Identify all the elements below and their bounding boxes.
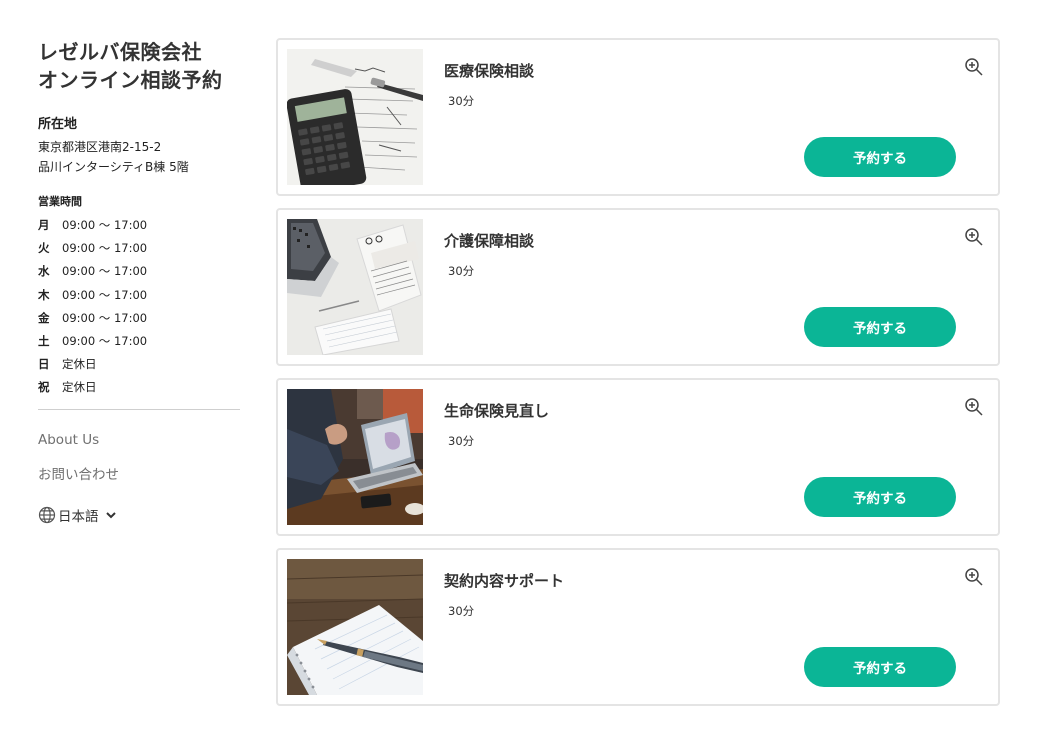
hours-day: 木	[38, 287, 50, 302]
hours-day: 祝	[38, 380, 50, 395]
book-button[interactable]: 予約する	[804, 647, 956, 687]
service-duration: 30分	[448, 604, 475, 618]
hours-row: 土 09:00 〜 17:00	[38, 330, 240, 353]
page-title: レゼルバ保険会社 オンライン相談予約	[38, 38, 240, 94]
address: 東京都港区港南2-15-2 品川インターシティB棟 5階	[38, 137, 240, 177]
hours-day: 日	[38, 357, 50, 372]
book-button[interactable]: 予約する	[804, 307, 956, 347]
service-title: 医療保険相談	[444, 62, 535, 80]
hours-row: 水 09:00 〜 17:00	[38, 260, 240, 283]
chevron-down-icon	[105, 509, 117, 521]
hours-time: 09:00 〜 17:00	[62, 218, 148, 232]
notebook-pen-photo	[287, 559, 423, 695]
hours-day: 水	[38, 264, 50, 279]
service-title: 介護保障相談	[444, 232, 535, 250]
hours-time: 09:00 〜 17:00	[62, 333, 148, 348]
hours-row: 金 09:00 〜 17:00	[38, 307, 240, 330]
service-title: 契約内容サポート	[444, 572, 565, 590]
globe-icon	[38, 506, 56, 524]
hours-day: 土	[38, 333, 50, 348]
zoom-in-icon[interactable]	[964, 397, 984, 417]
service-card: 生命保険見直し 30分 予約する	[276, 378, 1000, 536]
service-card: 介護保障相談 30分 予約する	[276, 208, 1000, 366]
hours-time: 09:00 〜 17:00	[62, 310, 148, 325]
hours-time: 09:00 〜 17:00	[62, 241, 148, 256]
service-duration: 30分	[448, 94, 475, 108]
hours-row: 祝定休日	[38, 376, 240, 399]
hours-day: 月	[38, 218, 50, 232]
sidebar-divider	[38, 408, 240, 410]
hours-time: 09:00 〜 17:00	[62, 287, 148, 302]
address-line-1: 東京都港区港南2-15-2	[38, 140, 162, 154]
hours-row: 日定休日	[38, 353, 240, 376]
title-line-2: オンライン相談予約	[38, 68, 223, 92]
contact-link[interactable]: お問い合わせ	[38, 463, 240, 483]
book-button[interactable]: 予約する	[804, 137, 956, 177]
sidebar: レゼルバ保険会社 オンライン相談予約 所在地 東京都港区港南2-15-2 品川イ…	[38, 38, 240, 525]
service-card: 契約内容サポート 30分 予約する	[276, 548, 1000, 706]
hours-label: 営業時間	[38, 195, 82, 208]
zoom-in-icon[interactable]	[964, 567, 984, 587]
service-duration: 30分	[448, 264, 475, 278]
service-title: 生命保険見直し	[444, 402, 550, 420]
hours-row: 月 09:00 〜 17:00	[38, 214, 240, 237]
address-label: 所在地	[38, 117, 78, 132]
title-line-1: レゼルバ保険会社	[38, 40, 202, 64]
hours-time: 定休日	[62, 357, 97, 372]
calculator-photo	[287, 49, 423, 185]
service-list: 医療保険相談 30分 予約する 介護保障相談 30分 予約する 生命保険見直し …	[276, 38, 1000, 718]
book-button[interactable]: 予約する	[804, 477, 956, 517]
desk-papers-photo	[287, 219, 423, 355]
hours-time: 定休日	[62, 380, 97, 395]
hours-time: 09:00 〜 17:00	[62, 264, 148, 279]
service-card: 医療保険相談 30分 予約する	[276, 38, 1000, 196]
language-selector[interactable]: 日本語	[38, 505, 240, 525]
zoom-in-icon[interactable]	[964, 227, 984, 247]
hours-day: 金	[38, 310, 50, 325]
hours-row: 木 09:00 〜 17:00	[38, 284, 240, 307]
hours-day: 火	[38, 241, 50, 256]
zoom-in-icon[interactable]	[964, 57, 984, 77]
laptop-meeting-photo	[287, 389, 423, 525]
address-line-2: 品川インターシティB棟 5階	[38, 160, 189, 174]
language-label: 日本語	[58, 508, 99, 525]
business-hours: 月 09:00 〜 17:00 火 09:00 〜 17:00 水 09:00 〜 1…	[38, 214, 240, 400]
about-us-link[interactable]: About Us	[38, 432, 240, 448]
service-duration: 30分	[448, 434, 475, 448]
hours-row: 火 09:00 〜 17:00	[38, 237, 240, 260]
